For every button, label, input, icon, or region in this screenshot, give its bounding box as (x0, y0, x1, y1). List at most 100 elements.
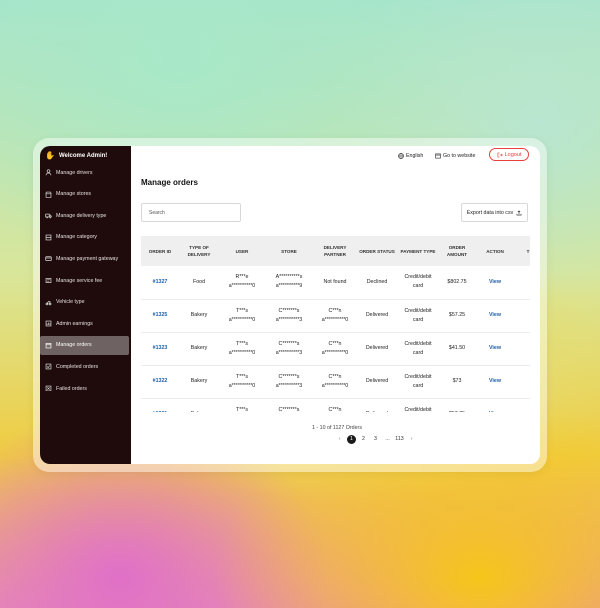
store-cell-text: C*******s (278, 307, 300, 314)
order-id-link[interactable]: #1321 (141, 398, 179, 412)
driver-icon (45, 169, 52, 176)
globe-icon (398, 152, 404, 159)
language-label: English (406, 152, 424, 159)
logout-button[interactable]: Logout (489, 148, 529, 161)
sidebar-item-failed-orders[interactable]: Failed orders (40, 379, 131, 391)
sidebar-item-completed-orders[interactable]: Completed orders (40, 357, 131, 376)
category-icon (45, 234, 52, 241)
payment-type-cell: Credit/debit card (397, 299, 439, 332)
order-id-link[interactable]: #1323 (141, 332, 179, 365)
page-button-3[interactable]: 3 (371, 435, 380, 444)
delivery-type-cell: Bakery (179, 365, 219, 398)
store-cell-text: a**********9 (275, 283, 303, 290)
logout-icon (497, 152, 503, 157)
user-cell: T***sa**********0 (219, 398, 265, 413)
sidebar-item-admin-earnings[interactable]: Admin earnings (40, 314, 131, 333)
payment-icon (45, 255, 52, 262)
view-link[interactable]: View (475, 266, 515, 299)
store-cell: A**********s a**********9 (265, 266, 313, 299)
order-amount-cell: $57.25 (439, 299, 475, 332)
export-csv-button[interactable]: Export data into csv (461, 203, 528, 222)
order-id-link-text: #1323 (152, 345, 168, 351)
view-link[interactable]: View (475, 299, 515, 332)
prev-page-button[interactable]: ‹ (335, 435, 344, 444)
order-amount-cell: $802.75 (439, 266, 475, 299)
sidebar-item-label: Manage drivers (56, 169, 93, 176)
store-cell-text: A**********s (275, 274, 303, 281)
payment-type-cell-text: Credit/debit (404, 274, 432, 281)
order-id-link[interactable]: #1327 (141, 266, 179, 299)
page-button-113[interactable]: 113 (395, 435, 404, 444)
delivery-type-cell-text: Bakery (190, 345, 208, 351)
payment-type-cell: Credit/debit card (397, 365, 439, 398)
user-cell-text: a**********0 (228, 382, 256, 389)
sidebar-item-label: Vehicle type (56, 299, 85, 306)
sidebar-item-manage-delivery-type[interactable]: Manage delivery type (40, 206, 131, 225)
order-id-link[interactable]: #1325 (141, 299, 179, 332)
sidebar-item-manage-payment-gateway[interactable]: Manage payment gateway (40, 249, 131, 268)
table-header-row: Order ID Type of delivery User Store Deliver… (141, 236, 530, 266)
user-cell-text: a**********0 (228, 349, 256, 356)
user-cell: T***sa**********0 (219, 365, 265, 398)
upload-icon (516, 209, 522, 215)
user-cell-text: R***e (235, 274, 249, 281)
column-header: T (526, 248, 530, 254)
order-status-cell-text: Declined (366, 278, 388, 285)
view-link[interactable]: View (475, 398, 515, 412)
payment-type-cell-text: card (412, 283, 424, 290)
view-link[interactable]: View (475, 332, 515, 365)
next-page-button[interactable]: › (407, 435, 416, 444)
sidebar-item-manage-stores[interactable]: Manage stores (40, 185, 131, 204)
failed-orders-icon (45, 385, 52, 391)
store-cell: C*******s a**********3 (265, 299, 313, 332)
table-row: #1323 Bakery T***s a**********0 C*******s a**… (141, 332, 530, 365)
page-button-2[interactable]: 2 (359, 435, 368, 444)
table-row: #1327 Food R***e a**********0 A**********s a*… (141, 266, 530, 299)
search-input[interactable] (141, 203, 241, 222)
delivery-type-cell-text: Bakery (190, 378, 208, 384)
orders-table-container[interactable]: Order ID Type of delivery User Store Deliver… (141, 236, 530, 412)
store-cell-text: C*******s (278, 373, 300, 380)
delivery-partner-cell-text: C***n (328, 340, 342, 347)
user-cell-text: T***s (235, 406, 249, 413)
sidebar-item-label: Manage service fee (56, 277, 103, 284)
sidebar-item-manage-category[interactable]: Manage category (40, 228, 131, 247)
order-status-cell: Delivered (357, 332, 397, 365)
website-label: Go to website (443, 152, 476, 159)
sidebar-nav: Manage drivers Manage stores Manage delive… (40, 163, 131, 391)
view-link-text: View (489, 345, 501, 351)
user-cell-text: T***s (235, 307, 249, 314)
go-to-website-link[interactable]: Go to website (435, 151, 475, 160)
order-id-link[interactable]: #1322 (141, 365, 179, 398)
sidebar-item-manage-service-fee[interactable]: Manage service fee (40, 271, 131, 290)
delivery-type-cell-text: Food (192, 278, 206, 285)
table-row: #1322 Bakery T***s a**********0 C*******s a**… (141, 365, 530, 398)
view-link-text: View (489, 411, 501, 412)
order-status-cell: Delivered (357, 398, 397, 412)
sidebar-item-manage-drivers[interactable]: Manage drivers (40, 163, 131, 182)
store-cell-text: C*******s (278, 406, 300, 413)
order-status-cell-text: Delivered (365, 378, 389, 384)
page-button-1[interactable]: 1 (347, 434, 356, 444)
order-status-cell-text: Delivered (366, 411, 388, 412)
sidebar-item-manage-orders[interactable]: Manage orders (40, 335, 129, 355)
payment-type-cell-text: Credit/debit (404, 373, 432, 380)
sidebar-item-vehicle-type[interactable]: Vehicle type (40, 293, 131, 312)
store-cell-text: a**********3 (275, 316, 303, 323)
language-selector[interactable]: English (398, 151, 423, 160)
store-cell: C*******sa**********3 (265, 398, 313, 413)
sidebar-item-label: Manage category (56, 234, 97, 241)
table-row: #1321 Bakery T***sa**********0C*******sa**… (141, 398, 530, 413)
payment-type-cell-text: Credit/debit (404, 307, 432, 314)
completed-orders-icon (45, 363, 52, 370)
service-fee-icon (45, 277, 52, 284)
delivery-type-cell-text: Bakery (191, 411, 208, 412)
website-icon (435, 153, 441, 158)
delivery-type-icon (45, 212, 52, 219)
delivery-type-cell: Bakery (179, 398, 219, 412)
column-header: Store (281, 248, 297, 254)
page-title: Manage orders (141, 178, 198, 187)
view-link[interactable]: View (475, 365, 515, 398)
top-bar: English Go to website Logout (131, 146, 540, 164)
overflow-cell (515, 365, 530, 398)
